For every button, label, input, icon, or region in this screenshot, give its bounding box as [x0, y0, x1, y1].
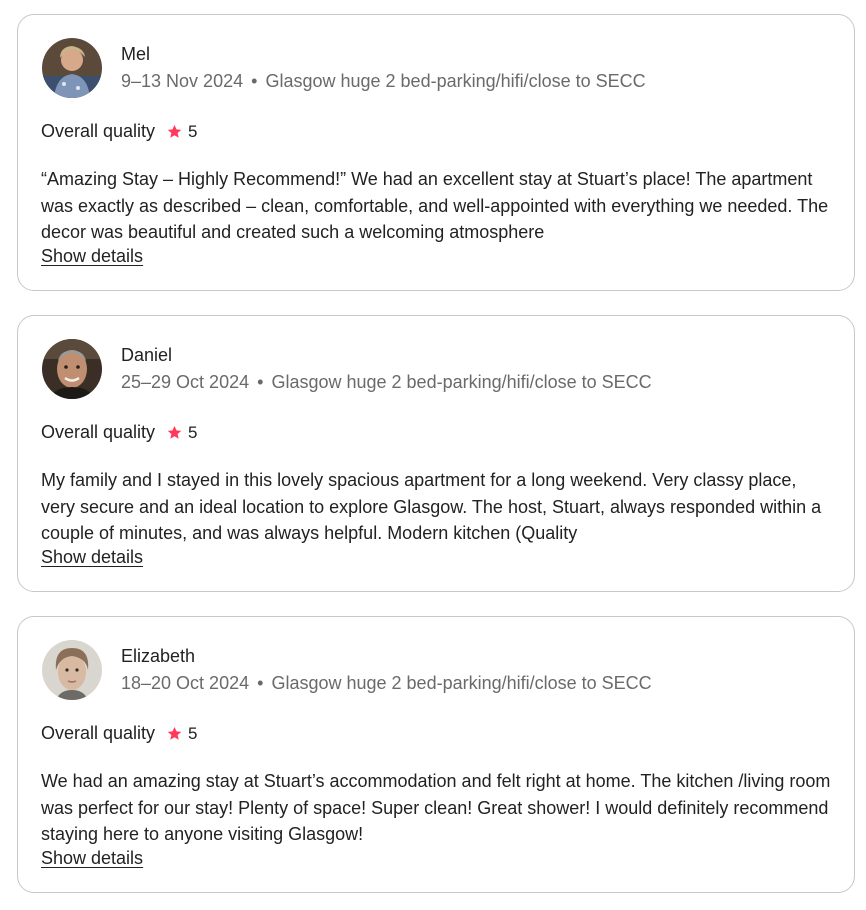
review-card: Mel 9–13 Nov 2024 • Glasgow huge 2 bed-p…: [17, 14, 855, 291]
listing-name: Glasgow huge 2 bed-parking/hifi/close to…: [265, 71, 646, 91]
overall-quality: Overall quality 5: [41, 121, 198, 142]
star-icon: [167, 124, 182, 138]
review-text: My family and I stayed in this lovely sp…: [41, 470, 822, 544]
review-text: We had an amazing stay at Stuart’s accom…: [41, 771, 831, 845]
review-dates: 9–13 Nov 2024: [121, 71, 244, 91]
meta-separator: •: [257, 673, 264, 693]
star-icon: [167, 425, 182, 439]
meta-separator: •: [251, 71, 258, 91]
rating-value: 5: [188, 422, 198, 442]
review-dates: 18–20 Oct 2024: [121, 673, 250, 693]
avatar[interactable]: [42, 640, 102, 700]
review-dates: 25–29 Oct 2024: [121, 372, 250, 392]
reviewer-name: Elizabeth: [121, 646, 196, 666]
avatar[interactable]: [42, 339, 102, 399]
review-meta: 25–29 Oct 2024 • Glasgow huge 2 bed-park…: [121, 372, 652, 393]
show-details-link[interactable]: Show details: [41, 848, 143, 869]
listing-name: Glasgow huge 2 bed-parking/hifi/close to…: [271, 372, 652, 392]
show-details-link[interactable]: Show details: [41, 246, 143, 267]
show-details-link[interactable]: Show details: [41, 547, 143, 568]
reviewer-name: Daniel: [121, 345, 173, 365]
review-meta: 18–20 Oct 2024 • Glasgow huge 2 bed-park…: [121, 673, 652, 694]
overall-quality: Overall quality 5: [41, 422, 198, 443]
avatar[interactable]: [42, 38, 102, 98]
reviewer-name: Mel: [121, 44, 151, 64]
listing-name: Glasgow huge 2 bed-parking/hifi/close to…: [271, 673, 652, 693]
rating-value: 5: [188, 121, 198, 141]
quality-label: Overall quality: [41, 121, 156, 141]
meta-separator: •: [257, 372, 264, 392]
review-text: “Amazing Stay – Highly Recommend!” We ha…: [41, 169, 829, 243]
review-meta: 9–13 Nov 2024 • Glasgow huge 2 bed-parki…: [121, 71, 646, 92]
quality-label: Overall quality: [41, 422, 156, 442]
review-card: Daniel 25–29 Oct 2024 • Glasgow huge 2 b…: [17, 315, 855, 592]
review-card: Elizabeth 18–20 Oct 2024 • Glasgow huge …: [17, 616, 855, 893]
overall-quality: Overall quality 5: [41, 723, 198, 744]
rating-value: 5: [188, 723, 198, 743]
star-icon: [167, 726, 182, 740]
quality-label: Overall quality: [41, 723, 156, 743]
